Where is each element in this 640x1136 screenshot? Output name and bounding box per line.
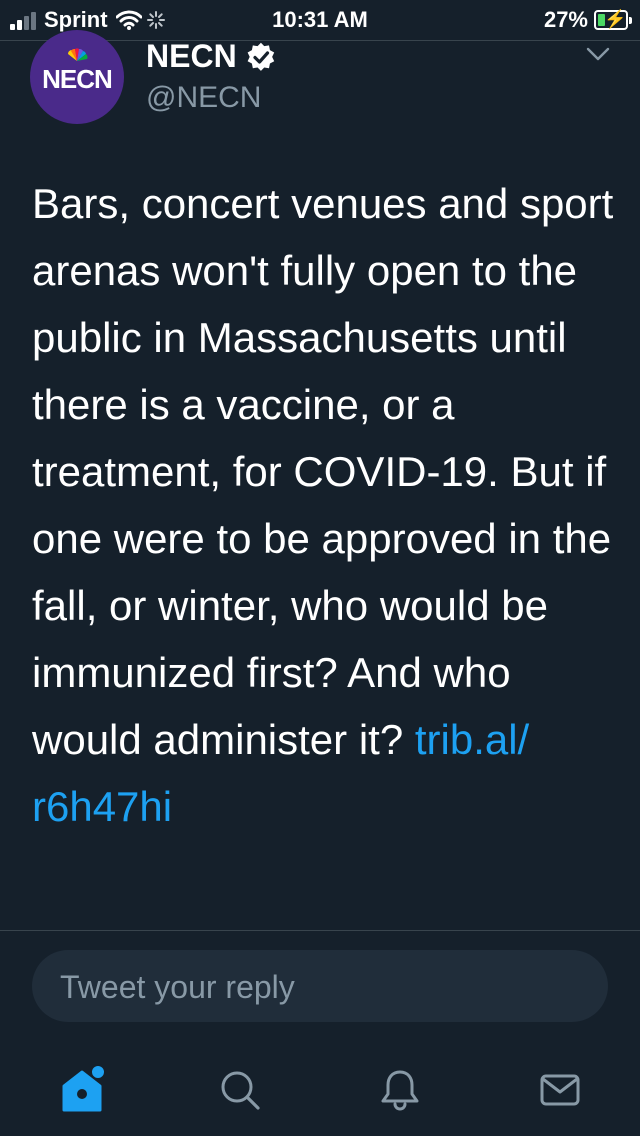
battery-icon: ⚡ (594, 9, 628, 30)
chevron-down-icon[interactable] (586, 46, 610, 62)
messages-icon (540, 1074, 580, 1106)
tab-search[interactable] (210, 1060, 270, 1120)
reply-divider (0, 930, 640, 931)
notifications-icon (381, 1070, 419, 1111)
tweet-body-text: Bars, concert venues and sport arenas wo… (32, 180, 614, 763)
peacock-logo-icon (68, 48, 88, 61)
verified-badge-icon (247, 42, 275, 71)
search-icon (221, 1071, 260, 1110)
battery-percent: 27% (543, 7, 588, 32)
tab-notifications[interactable] (370, 1060, 430, 1120)
reply-input[interactable] (58, 950, 582, 1024)
tab-bar (0, 1040, 640, 1136)
author-name[interactable]: NECN (146, 36, 237, 76)
battery-nub (629, 16, 632, 24)
status-bar-right: 27% ⚡ (544, 6, 632, 34)
author-handle[interactable]: @NECN (146, 78, 261, 118)
reply-box[interactable] (32, 950, 608, 1024)
home-icon (62, 1064, 106, 1112)
tab-home[interactable] (54, 1060, 114, 1120)
avatar-logo-text: NECN (42, 64, 113, 94)
avatar[interactable]: NECN (30, 30, 124, 124)
tweet-text: Bars, concert venues and sport arenas wo… (32, 170, 622, 840)
tab-messages[interactable] (530, 1060, 590, 1120)
